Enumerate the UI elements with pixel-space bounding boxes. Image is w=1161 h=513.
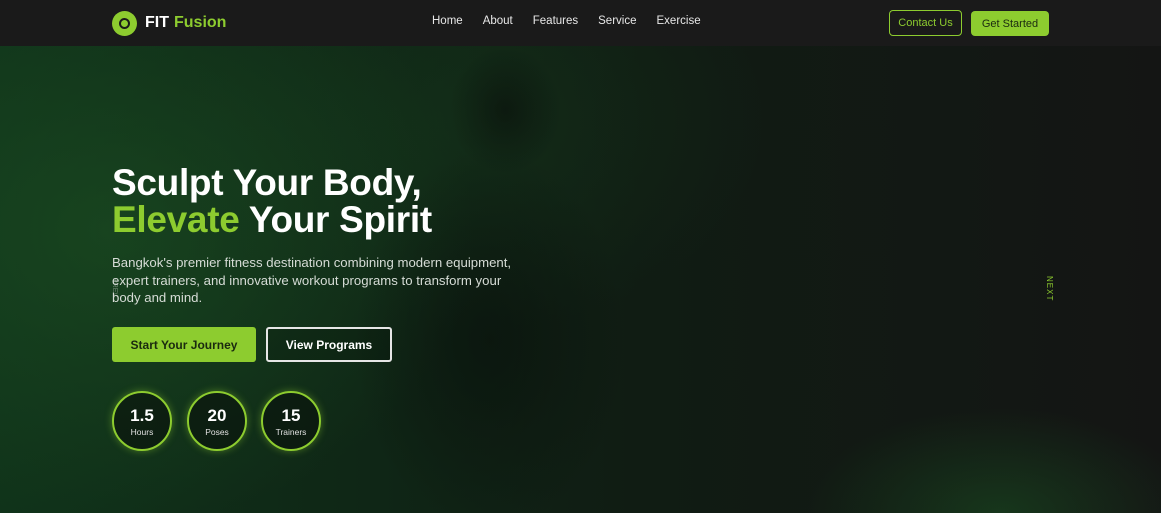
stat-hours: 1.5 Hours [112, 391, 172, 451]
view-programs-button[interactable]: View Programs [266, 327, 392, 362]
target-circle-icon [112, 10, 137, 36]
brand-name-fusion: Fusion [174, 14, 227, 31]
stat-value: 20 [207, 405, 227, 425]
stat-poses: 20 Poses [187, 391, 247, 451]
brand-name-fit: FIT [145, 14, 169, 31]
start-journey-button[interactable]: Start Your Journey [112, 327, 256, 362]
main-nav: Home About Features Service Exercise [432, 15, 701, 27]
brand-logo[interactable]: FIT Fusion [112, 10, 226, 36]
next-slide-control[interactable]: NEXT [1042, 276, 1054, 301]
nav-item-features[interactable]: Features [533, 15, 578, 27]
stat-value: 15 [281, 405, 301, 425]
nav-item-exercise[interactable]: Exercise [657, 15, 701, 27]
hero-title-accent: Elevate [112, 199, 240, 240]
nav-item-about[interactable]: About [483, 15, 513, 27]
nav-item-home[interactable]: Home [432, 15, 463, 27]
site-header: FIT Fusion Home About Features Service E… [0, 0, 1161, 46]
stat-label: Hours [130, 426, 154, 437]
stat-label: Trainers [275, 426, 307, 437]
stat-label: Poses [205, 426, 229, 437]
hero-title-line1: Sculpt Your Body, [112, 162, 422, 203]
get-started-button[interactable]: Get Started [971, 11, 1049, 36]
contact-us-button[interactable]: Contact Us [889, 10, 962, 36]
stat-trainers: 15 Trainers [261, 391, 321, 451]
prev-slide-control[interactable]: PREV [108, 278, 118, 297]
hero-description: Bangkok's premier fitness destination co… [112, 255, 512, 305]
stat-value: 1.5 [130, 405, 154, 425]
hero-title-line2-rest: Your Spirit [239, 199, 432, 240]
hero-title: Sculpt Your Body, Elevate Your Spirit [112, 164, 432, 238]
nav-item-service[interactable]: Service [598, 15, 636, 27]
landing-page: FIT Fusion Home About Features Service E… [0, 0, 1161, 513]
hero-title-line2: Elevate Your Spirit [112, 201, 432, 238]
